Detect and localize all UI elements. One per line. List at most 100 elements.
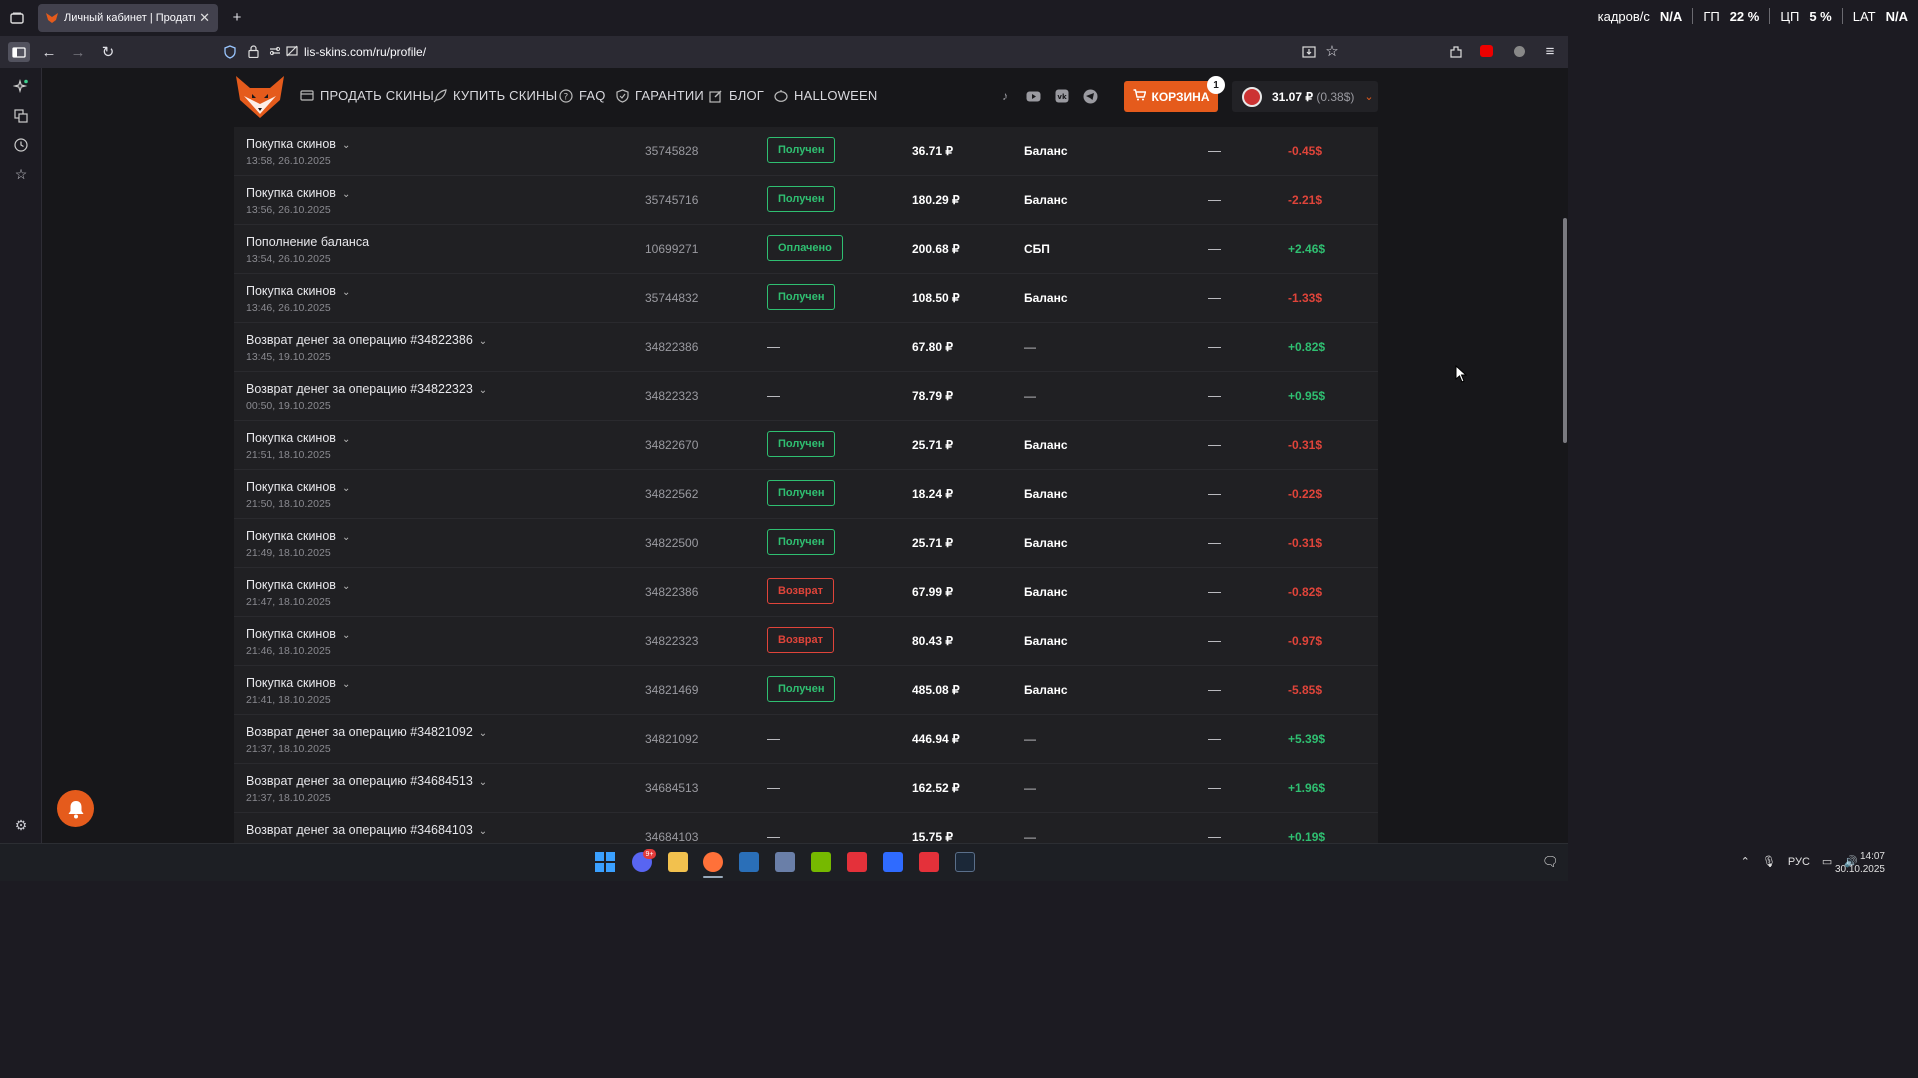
settings-gear-icon[interactable]: ⚙ xyxy=(11,815,31,835)
app-icon[interactable] xyxy=(739,852,759,872)
chevron-down-icon[interactable]: ⌄ xyxy=(479,336,487,347)
cart-button[interactable]: КОРЗИНА xyxy=(1124,81,1218,112)
new-tab-button[interactable]: + xyxy=(228,8,246,26)
sidebar-toggle-icon[interactable] xyxy=(8,42,30,62)
table-row[interactable]: Возврат денег за операцию #34822323 ⌄ 00:5… xyxy=(234,372,1378,421)
chevron-down-icon[interactable]: ⌄ xyxy=(342,679,350,690)
tiktok-icon[interactable]: ♪ xyxy=(997,88,1013,104)
close-tab-icon[interactable]: ✕ xyxy=(199,10,210,26)
file-explorer-icon[interactable] xyxy=(668,852,688,872)
chevron-down-icon[interactable]: ⌄ xyxy=(342,630,350,641)
browser-tab[interactable]: Личный кабинет | Продать ск ✕ xyxy=(38,4,218,32)
gpu-value: 22 % xyxy=(1729,8,1760,24)
url-bar[interactable]: lis-skins.com/ru/profile/ xyxy=(218,40,1348,64)
steam-icon[interactable] xyxy=(955,852,975,872)
table-row[interactable]: Покупка скинов ⌄ 21:46, 18.10.2025 34822323… xyxy=(234,617,1378,666)
transaction-type[interactable]: Покупка скинов ⌄ xyxy=(246,137,350,151)
table-row[interactable]: Покупка скинов ⌄ 21:41, 18.10.2025 34821469… xyxy=(234,666,1378,715)
ai-sparkle-icon[interactable] xyxy=(11,77,31,97)
lock-icon[interactable] xyxy=(248,45,259,61)
chevron-down-icon[interactable]: ⌄ xyxy=(342,532,350,543)
chevron-down-icon[interactable]: ⌄ xyxy=(479,385,487,396)
transaction-type[interactable]: Покупка скинов ⌄ xyxy=(246,431,350,445)
telegram-icon[interactable] xyxy=(1082,88,1098,104)
shield-icon[interactable] xyxy=(224,45,236,62)
microphone-icon[interactable]: 🎙 xyxy=(1762,855,1776,868)
nvidia-icon[interactable] xyxy=(811,852,831,872)
save-page-icon[interactable] xyxy=(1300,43,1318,61)
transaction-sum: 36.71 ₽ xyxy=(912,144,953,158)
table-row[interactable]: Возврат денег за операцию #34822386 ⌄ 13:4… xyxy=(234,323,1378,372)
nav-faq[interactable]: ? FAQ xyxy=(559,88,606,103)
bookmark-star-icon[interactable]: ☆ xyxy=(1323,42,1341,60)
reload-icon[interactable]: ↻ xyxy=(99,43,117,61)
table-row[interactable]: Пополнение баланса 13:54, 26.10.2025 10699… xyxy=(234,225,1378,274)
table-row[interactable]: Покупка скинов ⌄ 13:58, 26.10.2025 35745828… xyxy=(234,127,1378,176)
nav-halloween[interactable]: HALLOWEEN xyxy=(774,88,877,103)
synced-tabs-icon[interactable] xyxy=(11,106,31,126)
chevron-down-icon[interactable]: ⌄ xyxy=(342,287,350,298)
youtube-extension-icon[interactable] xyxy=(1480,45,1493,57)
table-row[interactable]: Покупка скинов ⌄ 13:56, 26.10.2025 35745716… xyxy=(234,176,1378,225)
table-row[interactable]: Возврат денег за операцию #34821092 ⌄ 21:3… xyxy=(234,715,1378,764)
divider xyxy=(1769,8,1771,24)
transaction-type[interactable]: Покупка скинов ⌄ xyxy=(246,627,350,641)
roblox-icon[interactable] xyxy=(883,852,903,872)
page-scrollbar[interactable] xyxy=(1563,218,1567,443)
chevron-down-icon[interactable]: ⌄ xyxy=(479,728,487,739)
nav-sell-skins[interactable]: ПРОДАТЬ СКИНЫ xyxy=(300,88,434,103)
chevron-down-icon[interactable]: ⌄ xyxy=(342,189,350,200)
tab-overview-icon[interactable] xyxy=(8,9,26,27)
transaction-type[interactable]: Возврат денег за операцию #34684103 ⌄ xyxy=(246,823,487,837)
forward-arrow-icon[interactable]: → xyxy=(69,43,87,61)
nav-blog[interactable]: БЛОГ xyxy=(709,88,764,103)
app-icon[interactable] xyxy=(775,852,795,872)
extension-circle-icon[interactable] xyxy=(1514,46,1525,57)
transaction-type[interactable]: Покупка скинов ⌄ xyxy=(246,578,350,592)
windows-start-icon[interactable] xyxy=(595,852,615,872)
table-row[interactable]: Покупка скинов ⌄ 13:46, 26.10.2025 35744832… xyxy=(234,274,1378,323)
firefox-icon[interactable] xyxy=(703,852,723,872)
nav-guarantees[interactable]: ГАРАНТИИ xyxy=(615,88,704,103)
nav-buy-skins[interactable]: КУПИТЬ СКИНЫ xyxy=(433,88,557,103)
transaction-type[interactable]: Возврат денег за операцию #34822323 ⌄ xyxy=(246,382,487,396)
bookmarks-star-icon[interactable]: ☆ xyxy=(11,164,31,184)
tracking-off-icon[interactable] xyxy=(286,45,298,60)
tray-chevron-up-icon[interactable]: ⌃ xyxy=(1741,855,1750,868)
permissions-icon[interactable] xyxy=(269,45,281,60)
table-row[interactable]: Покупка скинов ⌄ 21:47, 18.10.2025 34822386… xyxy=(234,568,1378,617)
table-row[interactable]: Покупка скинов ⌄ 21:50, 18.10.2025 34822562… xyxy=(234,470,1378,519)
transaction-type[interactable]: Покупка скинов ⌄ xyxy=(246,676,350,690)
anydesk-icon[interactable] xyxy=(847,852,867,872)
table-row[interactable]: Покупка скинов ⌄ 21:49, 18.10.2025 34822500… xyxy=(234,519,1378,568)
vk-icon[interactable]: vk xyxy=(1054,88,1070,104)
network-icon[interactable]: ▭ xyxy=(1822,855,1832,868)
transaction-type[interactable]: Покупка скинов ⌄ xyxy=(246,480,350,494)
transaction-type[interactable]: Покупка скинов ⌄ xyxy=(246,529,350,543)
transaction-type[interactable]: Возврат денег за операцию #34821092 ⌄ xyxy=(246,725,487,739)
transaction-type[interactable]: Покупка скинов ⌄ xyxy=(246,186,350,200)
chevron-down-icon[interactable]: ⌄ xyxy=(342,483,350,494)
table-row[interactable]: Возврат денег за операцию #34684513 ⌄ 21:3… xyxy=(234,764,1378,813)
balance-dropdown[interactable]: 31.07 ₽ (0.38$) ⌄ xyxy=(1232,81,1378,112)
notifications-bell-icon[interactable] xyxy=(57,790,94,827)
chevron-down-icon[interactable]: ⌄ xyxy=(479,777,487,788)
youtube-icon[interactable] xyxy=(1025,88,1041,104)
table-row[interactable]: Покупка скинов ⌄ 21:51, 18.10.2025 34822670… xyxy=(234,421,1378,470)
notifications-icon[interactable]: 🗨 xyxy=(1542,854,1559,870)
menu-hamburger-icon[interactable]: ≡ xyxy=(1541,42,1559,60)
taskbar-clock[interactable]: 14:07 30.10.2025 xyxy=(1835,850,1885,876)
fox-logo[interactable] xyxy=(234,74,286,120)
history-clock-icon[interactable] xyxy=(11,135,31,155)
chevron-down-icon[interactable]: ⌄ xyxy=(479,826,487,837)
extensions-icon[interactable] xyxy=(1447,43,1465,61)
language-indicator[interactable]: РУС xyxy=(1788,856,1810,868)
chevron-down-icon[interactable]: ⌄ xyxy=(342,140,350,151)
chevron-down-icon[interactable]: ⌄ xyxy=(342,434,350,445)
transaction-type[interactable]: Возврат денег за операцию #34822386 ⌄ xyxy=(246,333,487,347)
transaction-type[interactable]: Возврат денег за операцию #34684513 ⌄ xyxy=(246,774,487,788)
chevron-down-icon[interactable]: ⌄ xyxy=(342,581,350,592)
anydesk-icon[interactable] xyxy=(919,852,939,872)
transaction-type[interactable]: Покупка скинов ⌄ xyxy=(246,284,350,298)
back-arrow-icon[interactable]: ← xyxy=(40,43,58,61)
